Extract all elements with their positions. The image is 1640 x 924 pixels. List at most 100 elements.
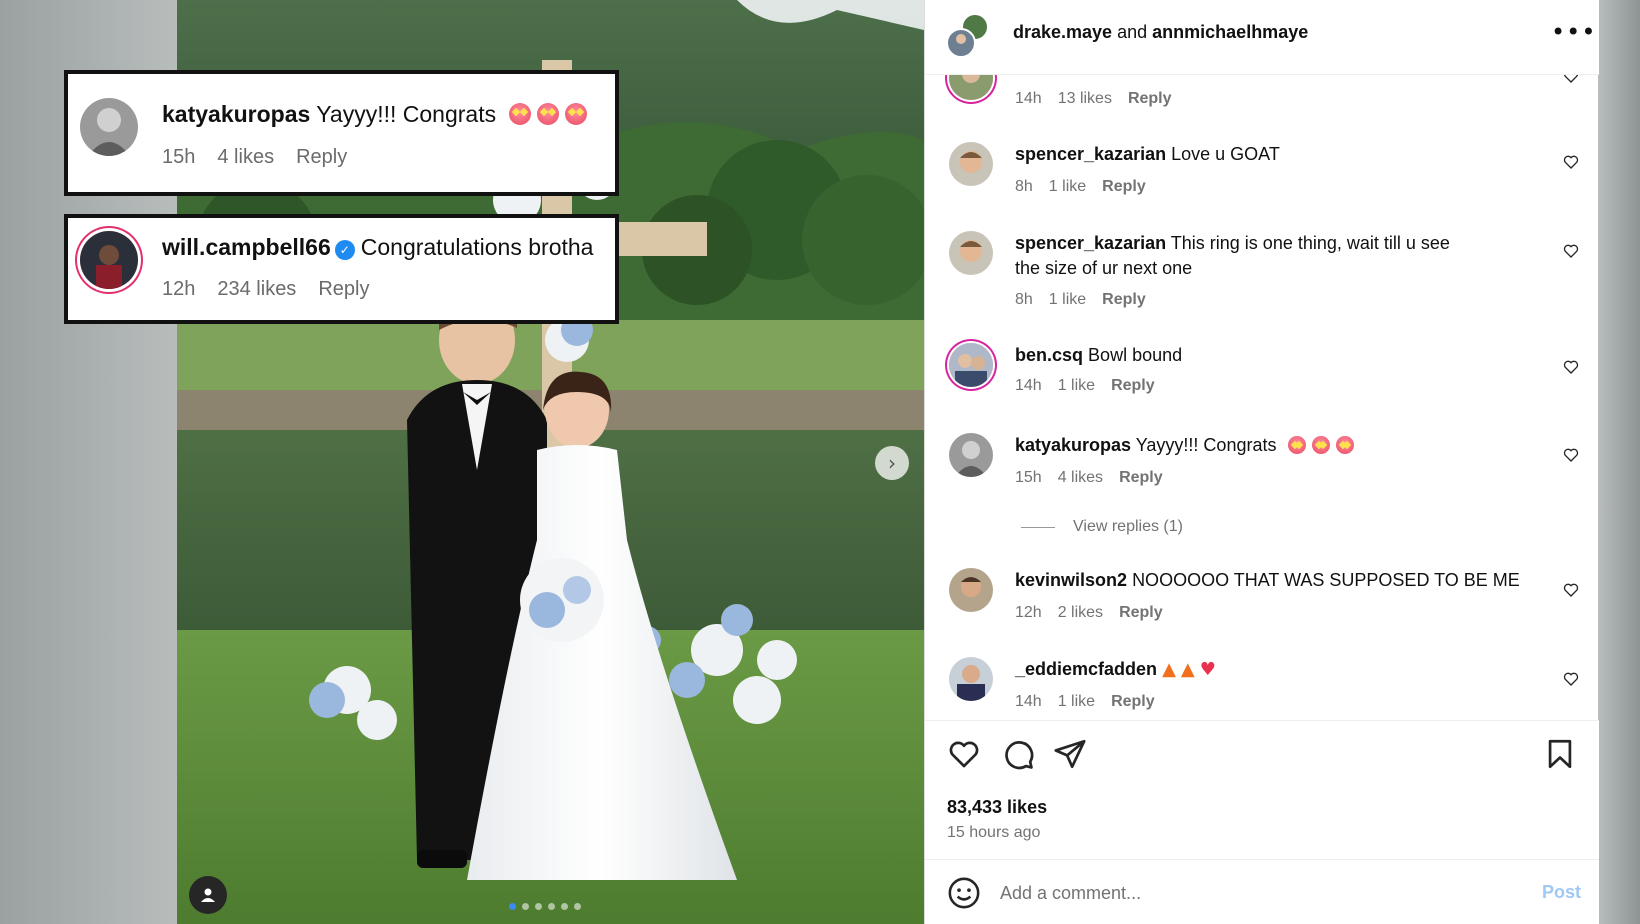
star-struck-emoji-icon bbox=[536, 103, 559, 125]
comment-text: spencer_kazarian Love u GOAT bbox=[1015, 142, 1455, 167]
author-joiner: and bbox=[1117, 22, 1148, 42]
comment-time: 8h bbox=[1015, 178, 1033, 195]
comment-time: 14h bbox=[1015, 90, 1042, 107]
comment-input[interactable] bbox=[1000, 876, 1500, 910]
carousel-dot bbox=[548, 903, 555, 910]
red-heart-emoji-icon: ♥ bbox=[1199, 659, 1216, 680]
bookmark-icon[interactable] bbox=[1543, 737, 1577, 771]
view-replies-button[interactable]: View replies (1) bbox=[1021, 518, 1183, 536]
avatar[interactable] bbox=[949, 142, 993, 186]
carousel-dot bbox=[535, 903, 542, 910]
comment-username[interactable]: _eddiemcfadden bbox=[1015, 659, 1157, 679]
comment-likes[interactable]: 4 likes bbox=[217, 146, 274, 169]
comment-time: 15h bbox=[1015, 469, 1042, 486]
reply-button[interactable]: Reply bbox=[1102, 291, 1146, 309]
smiley-icon[interactable] bbox=[947, 876, 981, 910]
author-username[interactable]: annmichaelhmaye bbox=[1152, 22, 1308, 42]
carousel-dot-active bbox=[509, 903, 516, 910]
comment-likes[interactable]: 13 likes bbox=[1058, 90, 1112, 108]
star-struck-emoji-icon bbox=[508, 103, 531, 125]
like-comment-heart-icon[interactable] bbox=[1563, 582, 1579, 598]
comment-likes[interactable]: 234 likes bbox=[217, 278, 296, 301]
comment-time: 14h bbox=[1015, 377, 1042, 394]
comment-body: NOOOOOO THAT WAS SUPPOSED TO BE ME bbox=[1132, 570, 1520, 590]
paper-plane-icon[interactable] bbox=[1053, 737, 1087, 771]
likes-count[interactable]: 83,433 likes bbox=[947, 797, 1047, 818]
comment-time: 8h bbox=[1015, 291, 1033, 308]
carousel-next-button[interactable]: › bbox=[875, 446, 909, 480]
comment-body: Yayyy!!! Congrats bbox=[1135, 435, 1277, 455]
comment-text: ben.csq Bowl bound bbox=[1015, 343, 1455, 368]
avatar[interactable] bbox=[949, 568, 993, 612]
like-comment-heart-icon[interactable] bbox=[1563, 359, 1579, 375]
like-comment-heart-icon[interactable] bbox=[1563, 447, 1579, 463]
comment-text: katyakuropas Yayyy!!! Congrats bbox=[162, 101, 587, 128]
comment-time: 14h bbox=[1015, 693, 1042, 710]
comment-likes[interactable]: 4 likes bbox=[1058, 469, 1103, 487]
comment-text: spencer_kazarian This ring is one thing,… bbox=[1015, 231, 1455, 281]
comment-username[interactable]: ben.csq bbox=[1015, 345, 1083, 365]
comment-username[interactable]: spencer_kazarian bbox=[1015, 144, 1166, 164]
reply-button[interactable]: Reply bbox=[1102, 178, 1146, 196]
view-replies-label[interactable]: View replies (1) bbox=[1073, 518, 1183, 536]
star-struck-emoji-icon bbox=[1311, 436, 1330, 454]
collab-avatars[interactable] bbox=[945, 13, 991, 59]
comment-username[interactable]: spencer_kazarian bbox=[1015, 233, 1166, 253]
comment-meta: 12h 234 likes Reply bbox=[162, 278, 369, 301]
more-horizontal-icon: ••• bbox=[1551, 18, 1597, 46]
reply-button[interactable]: Reply bbox=[1119, 604, 1163, 622]
comment-body: Yayyy!!! Congrats bbox=[316, 101, 497, 127]
verified-badge-icon: ✓ bbox=[334, 240, 355, 260]
reply-button[interactable]: Reply bbox=[1111, 377, 1155, 395]
comment-meta: 14h 13 likes Reply bbox=[1015, 90, 1172, 108]
reply-button[interactable]: Reply bbox=[1111, 693, 1155, 711]
comment-meta: 14h 1 like Reply bbox=[1015, 693, 1155, 711]
like-comment-heart-icon[interactable] bbox=[1563, 243, 1579, 259]
highlighted-comment-katyakuropas: katyakuropas Yayyy!!! Congrats 15h 4 lik… bbox=[64, 70, 619, 196]
comment-likes[interactable]: 2 likes bbox=[1058, 604, 1103, 622]
avatar[interactable] bbox=[949, 343, 993, 387]
comment-likes[interactable]: 1 like bbox=[1049, 178, 1086, 196]
carousel-dot bbox=[561, 903, 568, 910]
background-right bbox=[1598, 0, 1640, 924]
like-comment-heart-icon[interactable] bbox=[1563, 671, 1579, 687]
comments-list[interactable]: 14h 13 likes Reply spencer_kazarian Love… bbox=[925, 0, 1599, 720]
comment-username[interactable]: katyakuropas bbox=[162, 101, 310, 127]
comment-username[interactable]: will.campbell66 bbox=[162, 234, 331, 260]
avatar bbox=[80, 231, 138, 289]
add-comment-bar: Post bbox=[925, 859, 1599, 924]
comment-likes[interactable]: 1 like bbox=[1058, 693, 1095, 711]
post-authors: drake.maye and annmichaelhmaye bbox=[1013, 22, 1308, 43]
comment-bubble-icon[interactable] bbox=[1001, 737, 1035, 771]
view-replies-divider bbox=[1021, 526, 1055, 528]
avatar[interactable] bbox=[949, 433, 993, 477]
post-timestamp[interactable]: 15 hours ago bbox=[947, 824, 1040, 842]
author-username[interactable]: drake.maye bbox=[1013, 22, 1112, 42]
comment-text: will.campbell66 ✓ Congratulations brotha bbox=[162, 234, 593, 261]
post-comment-button[interactable]: Post bbox=[1542, 882, 1581, 903]
more-options-button[interactable]: ••• bbox=[1551, 18, 1596, 46]
user-tags-button[interactable] bbox=[189, 876, 227, 914]
comment-meta: 8h 1 like Reply bbox=[1015, 291, 1146, 309]
comment-text: kevinwilson2 NOOOOOO THAT WAS SUPPOSED T… bbox=[1015, 568, 1535, 593]
comment-meta: 14h 1 like Reply bbox=[1015, 377, 1155, 395]
comment-time: 12h bbox=[1015, 604, 1042, 621]
reply-button[interactable]: Reply bbox=[296, 146, 347, 169]
comment-time: 12h bbox=[162, 278, 196, 300]
reply-button[interactable]: Reply bbox=[1128, 90, 1172, 108]
comment-likes[interactable]: 1 like bbox=[1058, 377, 1095, 395]
comment-username[interactable]: katyakuropas bbox=[1015, 435, 1131, 455]
comment-body: Love u GOAT bbox=[1171, 144, 1280, 164]
comment-likes[interactable]: 1 like bbox=[1049, 291, 1086, 309]
heart-icon[interactable] bbox=[947, 737, 981, 771]
reply-button[interactable]: Reply bbox=[1119, 469, 1163, 487]
avatar[interactable] bbox=[949, 657, 993, 701]
comment-meta: 15h 4 likes Reply bbox=[1015, 469, 1163, 487]
comment-body: Bowl bound bbox=[1088, 345, 1183, 365]
comment-text: katyakuropas Yayyy!!! Congrats bbox=[1015, 433, 1455, 458]
like-comment-heart-icon[interactable] bbox=[1563, 154, 1579, 170]
reply-button[interactable]: Reply bbox=[318, 278, 369, 301]
carousel-dots bbox=[509, 903, 581, 910]
avatar[interactable] bbox=[949, 231, 993, 275]
comment-username[interactable]: kevinwilson2 bbox=[1015, 570, 1127, 590]
